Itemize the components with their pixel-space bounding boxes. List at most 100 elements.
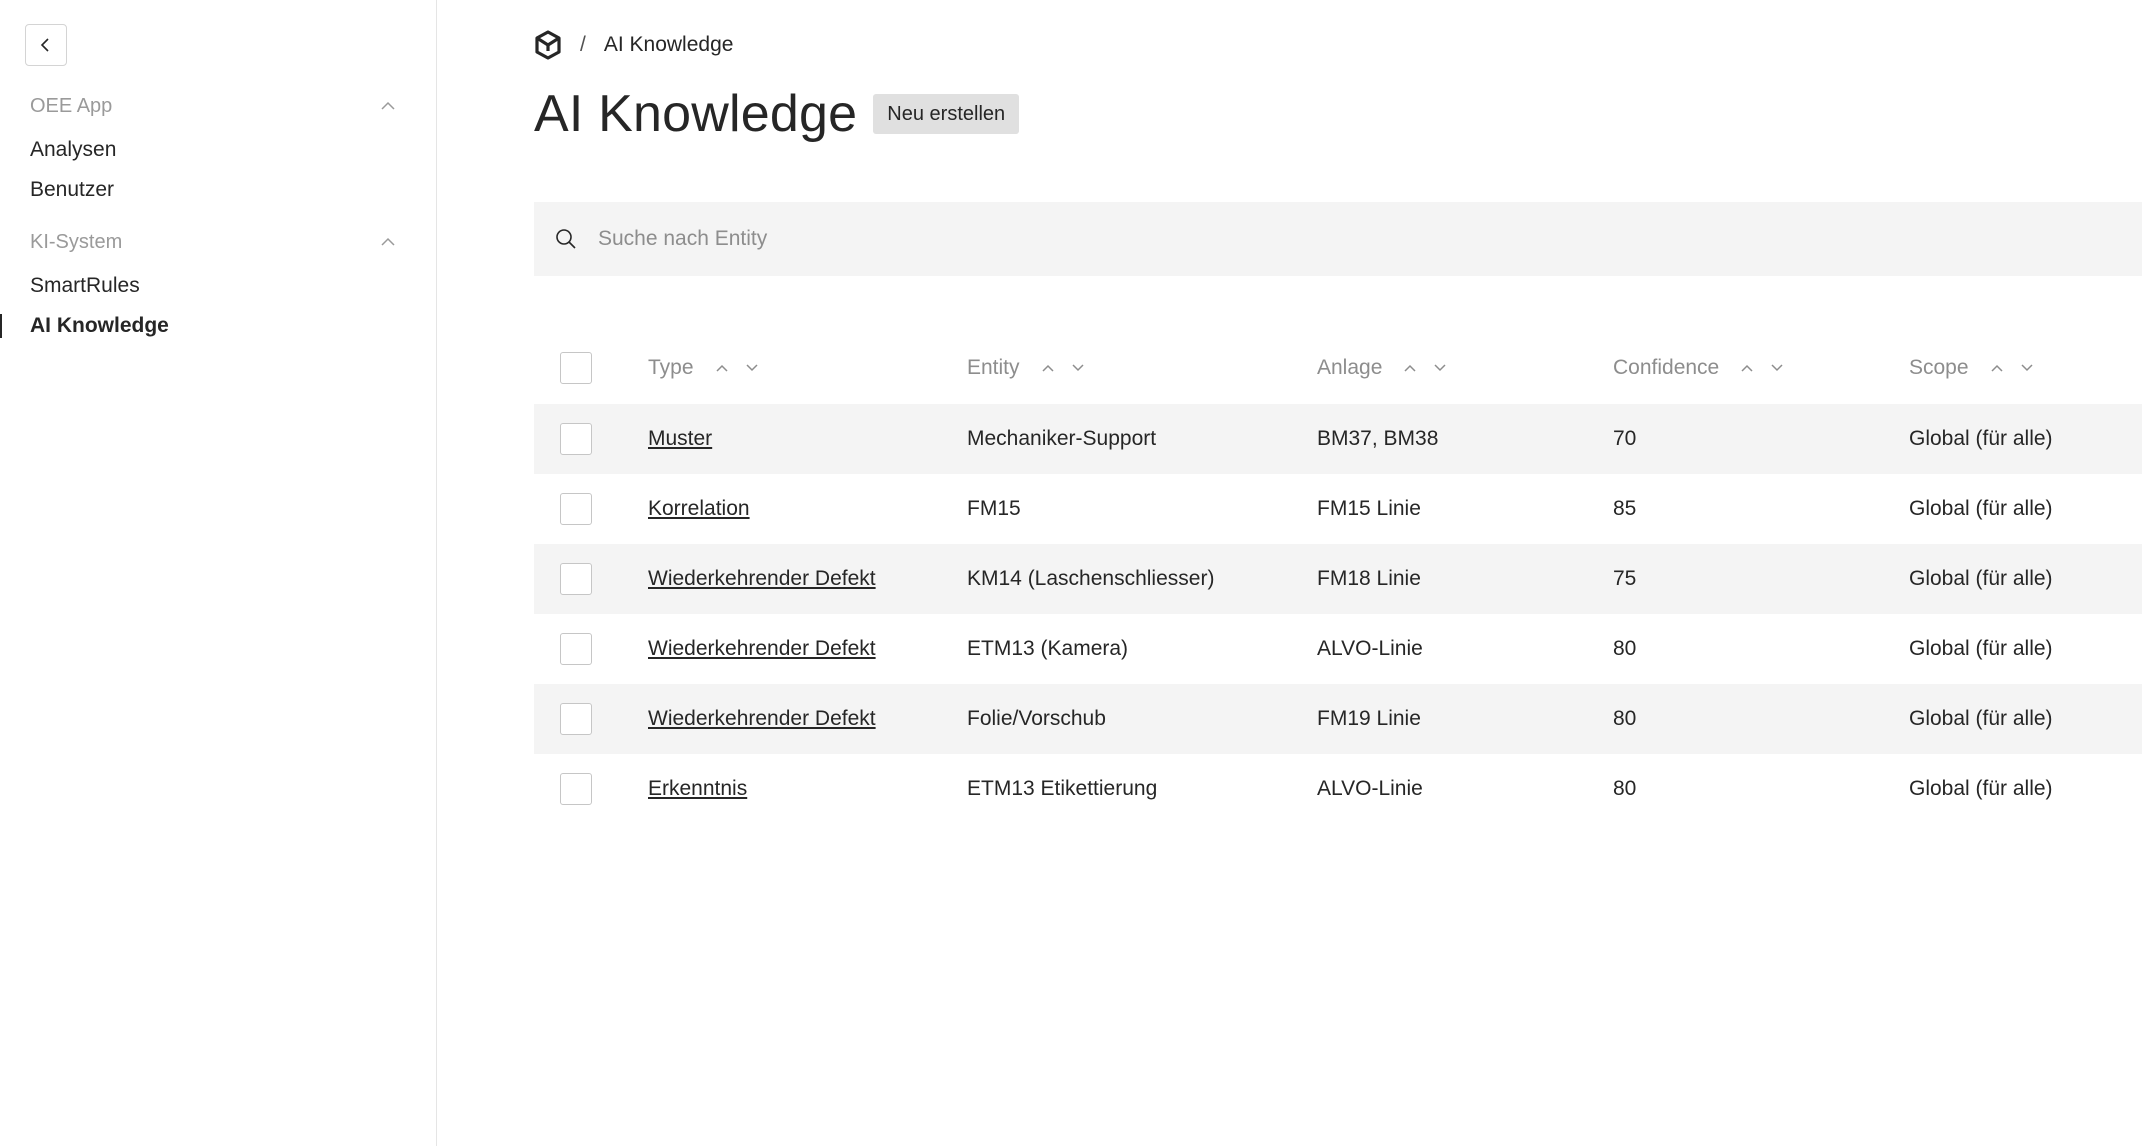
nav-section-oee-app: OEE App Analysen Benutzer	[0, 86, 437, 210]
cell-type: Erkenntnis	[648, 754, 747, 824]
cell-confidence: 70	[1613, 427, 1637, 450]
column-header-anlage: Anlage	[1317, 332, 1448, 404]
row-checkbox[interactable]	[560, 703, 592, 735]
section-toggle-ki-system[interactable]: KI-System	[0, 222, 437, 262]
search-bar	[534, 202, 2142, 276]
row-checkbox-cell	[560, 474, 592, 544]
row-checkbox-cell	[560, 684, 592, 754]
app-logo-icon[interactable]	[534, 30, 562, 60]
cell-entity: ETM13 (Kamera)	[967, 637, 1129, 660]
breadcrumb-current: AI Knowledge	[603, 33, 734, 56]
column-label: Scope	[1909, 356, 1969, 379]
cell-type: Wiederkehrender Defekt	[648, 614, 876, 684]
table-header-row: Type Entity Anlage Confidence Scope	[534, 332, 2142, 404]
column-header-entity: Entity	[967, 332, 1086, 404]
cell-anlage: ALVO-Linie	[1317, 637, 1423, 660]
row-checkbox[interactable]	[560, 493, 592, 525]
sort-controls	[1739, 360, 1785, 376]
type-link[interactable]: Wiederkehrender Defekt	[648, 707, 876, 731]
cell-entity: KM14 (Laschenschliesser)	[967, 567, 1215, 590]
title-row: AI Knowledge Neu erstellen	[534, 84, 1020, 144]
column-label: Anlage	[1317, 356, 1383, 379]
create-new-button[interactable]: Neu erstellen	[873, 94, 1020, 134]
sort-controls	[714, 360, 760, 376]
sort-descending-icon[interactable]	[2019, 360, 2035, 376]
sidebar-item-ai-knowledge[interactable]: AI Knowledge	[0, 306, 437, 346]
cell-entity: Mechaniker-Support	[967, 427, 1157, 450]
chevron-left-icon	[40, 38, 49, 52]
sort-ascending-icon[interactable]	[714, 360, 730, 376]
breadcrumb: / AI Knowledge	[534, 28, 733, 62]
row-checkbox[interactable]	[560, 423, 592, 455]
table-row: Wiederkehrender Defekt ETM13 (Kamera) AL…	[534, 614, 2142, 684]
sidebar-item-analysen[interactable]: Analysen	[0, 130, 437, 170]
column-header-scope: Scope	[1909, 332, 2035, 404]
select-all-checkbox[interactable]	[560, 352, 592, 384]
search-input[interactable]	[598, 226, 1798, 251]
search-icon	[556, 228, 576, 249]
cell-type: Muster	[648, 404, 712, 474]
chevron-up-icon	[381, 237, 395, 246]
column-header-type: Type	[648, 332, 760, 404]
sort-descending-icon[interactable]	[1070, 360, 1086, 376]
cell-scope: Global (für alle)	[1909, 707, 2053, 730]
row-checkbox[interactable]	[560, 563, 592, 595]
cell-confidence: 75	[1613, 567, 1637, 590]
cell-scope: Global (für alle)	[1909, 777, 2053, 800]
column-label: Entity	[967, 356, 1020, 379]
sort-controls	[1040, 360, 1086, 376]
type-link[interactable]: Wiederkehrender Defekt	[648, 567, 876, 591]
cell-scope: Global (für alle)	[1909, 427, 2053, 450]
cell-confidence: 80	[1613, 707, 1637, 730]
sidebar-item-smartrules[interactable]: SmartRules	[0, 266, 437, 306]
cell-type: Wiederkehrender Defekt	[648, 544, 876, 614]
row-checkbox-cell	[560, 404, 592, 474]
type-link[interactable]: Wiederkehrender Defekt	[648, 637, 876, 661]
cell-scope: Global (für alle)	[1909, 497, 2053, 520]
header-checkbox-cell	[560, 332, 592, 404]
row-checkbox-cell	[560, 614, 592, 684]
cell-entity: ETM13 Etikettierung	[967, 777, 1158, 800]
sidebar-collapse-button[interactable]	[25, 24, 67, 66]
cell-confidence: 80	[1613, 777, 1637, 800]
sidebar-item-label: Analysen	[30, 138, 117, 161]
sort-controls	[1402, 360, 1448, 376]
row-checkbox-cell	[560, 544, 592, 614]
sidebar-item-label: SmartRules	[30, 274, 140, 297]
section-title: OEE App	[30, 94, 113, 117]
sort-ascending-icon[interactable]	[1739, 360, 1755, 376]
sort-ascending-icon[interactable]	[1040, 360, 1056, 376]
cell-anlage: FM15 Linie	[1317, 497, 1421, 520]
cell-anlage: BM37, BM38	[1317, 427, 1439, 450]
column-label: Confidence	[1613, 356, 1720, 379]
sidebar-item-benutzer[interactable]: Benutzer	[0, 170, 437, 210]
cell-anlage: FM18 Linie	[1317, 567, 1421, 590]
sort-ascending-icon[interactable]	[1989, 360, 2005, 376]
row-checkbox[interactable]	[560, 633, 592, 665]
column-label: Type	[648, 356, 694, 379]
type-link[interactable]: Erkenntnis	[648, 777, 747, 801]
cell-entity: Folie/Vorschub	[967, 707, 1106, 730]
type-link[interactable]: Muster	[648, 427, 712, 451]
cell-scope: Global (für alle)	[1909, 637, 2053, 660]
breadcrumb-separator: /	[580, 33, 586, 56]
app-root: OEE App Analysen Benutzer KI-System Smar…	[0, 0, 2142, 1146]
cell-confidence: 80	[1613, 637, 1637, 660]
sort-ascending-icon[interactable]	[1402, 360, 1418, 376]
sort-descending-icon[interactable]	[1432, 360, 1448, 376]
table-body: Muster Mechaniker-Support BM37, BM38 70 …	[534, 404, 2142, 824]
sort-descending-icon[interactable]	[1769, 360, 1785, 376]
cell-anlage: ALVO-Linie	[1317, 777, 1423, 800]
row-checkbox[interactable]	[560, 773, 592, 805]
sidebar-item-label: AI Knowledge	[30, 314, 169, 337]
sidebar-item-label: Benutzer	[30, 178, 115, 201]
table-row: Wiederkehrender Defekt Folie/Vorschub FM…	[534, 684, 2142, 754]
table-row: Wiederkehrender Defekt KM14 (Laschenschl…	[534, 544, 2142, 614]
type-link[interactable]: Korrelation	[648, 497, 750, 521]
section-toggle-oee-app[interactable]: OEE App	[0, 86, 437, 126]
cell-type: Wiederkehrender Defekt	[648, 684, 876, 754]
sort-controls	[1989, 360, 2035, 376]
cell-entity: FM15	[967, 497, 1021, 520]
sort-descending-icon[interactable]	[744, 360, 760, 376]
knowledge-table: Type Entity Anlage Confidence Scope Must…	[534, 332, 2142, 824]
